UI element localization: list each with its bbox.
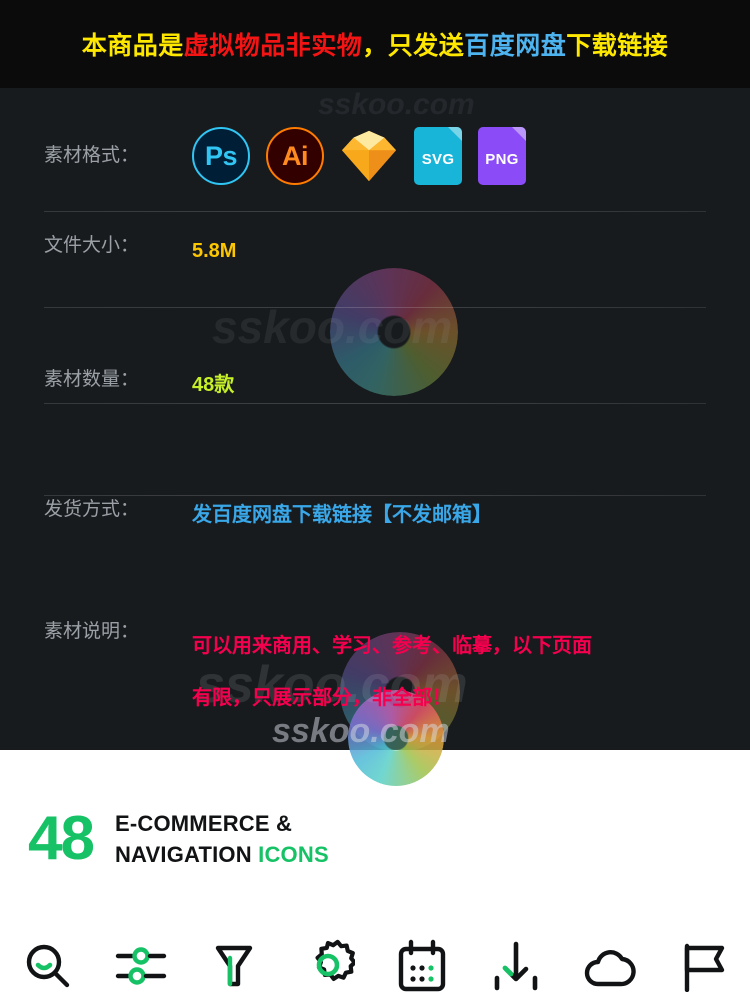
preview-title-accent: ICONS: [258, 842, 329, 867]
png-file-icon: PNG: [478, 127, 526, 185]
preview-title-block: 48 E-COMMERCE & NAVIGATION ICONS: [28, 808, 329, 870]
icon-cell-download[interactable]: [469, 930, 563, 992]
format-icon-list: Ps Ai SVG PNG: [192, 127, 526, 185]
preview-title-line-1: E-COMMERCE &: [114, 811, 293, 836]
photoshop-icon: Ps: [192, 127, 250, 185]
download-icon[interactable]: [489, 938, 543, 992]
row-label-material-count: 素材数量：: [44, 369, 140, 390]
row-label-format: 素材格式：: [44, 145, 140, 166]
file-size-value: 5.8M: [192, 240, 237, 262]
settings-gear-icon[interactable]: [301, 938, 356, 992]
preview-title-main: NAVIGATION: [114, 842, 252, 867]
description-line-2: 有限，只展示部分，非全部！: [192, 687, 452, 709]
icon-cell-search[interactable]: [0, 930, 94, 992]
row-divider: [44, 403, 706, 404]
icon-count-number: 48: [28, 804, 95, 873]
promo-banner: 本商品是虚拟物品非实物，只发送百度网盘下载链接: [0, 0, 750, 88]
banner-segment-4: 百度网盘: [464, 32, 567, 60]
icon-cell-funnel[interactable]: [188, 930, 282, 992]
description-line-1: 可以用来商用、学习、参考、临摹，以下页面: [192, 635, 592, 657]
flag-icon[interactable]: [676, 938, 730, 992]
row-material-format: 素材格式： Ps Ai SVG PNG: [0, 127, 750, 185]
png-file-label: PNG: [485, 150, 519, 168]
banner-segment-2: 虚拟物品非实物: [183, 32, 363, 60]
cloud-icon[interactable]: [582, 938, 637, 992]
funnel-icon[interactable]: [207, 938, 261, 992]
shipping-method-value: 发百度网盘下载链接【不发邮箱】: [192, 504, 492, 526]
row-label-shipping-method: 发货方式：: [44, 499, 140, 520]
illustrator-icon-label: Ai: [282, 140, 309, 171]
icon-cell-settings[interactable]: [281, 930, 375, 992]
material-description-value: 可以用来商用、学习、参考、临摹，以下页面 有限，只展示部分，非全部！: [192, 620, 592, 724]
file-fold-corner: [448, 127, 462, 141]
preview-title-line-2: NAVIGATION ICONS: [115, 839, 329, 870]
row-divider: [44, 211, 706, 212]
illustrator-icon: Ai: [266, 127, 324, 185]
promo-banner-text: 本商品是虚拟物品非实物，只发送百度网盘下载链接: [82, 26, 669, 62]
row-file-size: 文件大小： 5.8M: [0, 234, 750, 268]
icon-cell-calendar[interactable]: [375, 930, 469, 992]
icon-preview-strip: [0, 930, 750, 1000]
row-material-description: 素材说明： 可以用来商用、学习、参考、临摹，以下页面 有限，只展示部分，非全部！: [0, 620, 750, 724]
icon-cell-flag[interactable]: [656, 930, 750, 992]
icon-cell-cloud[interactable]: [563, 930, 657, 992]
svg-file-label: SVG: [421, 150, 455, 168]
row-material-count: 素材数量： 48款: [0, 368, 750, 402]
row-divider: [44, 307, 706, 308]
sketch-icon: [342, 130, 396, 182]
photoshop-icon-label: Ps: [204, 140, 238, 171]
file-fold-corner: [512, 127, 526, 141]
banner-segment-3: ，只发送: [362, 32, 465, 60]
sliders-icon[interactable]: [114, 938, 168, 992]
svg-file-icon: SVG: [414, 127, 462, 185]
material-count-value: 48款: [192, 374, 235, 396]
search-icon[interactable]: [20, 938, 74, 992]
icon-cell-sliders[interactable]: [94, 930, 188, 992]
row-label-file-size: 文件大小：: [44, 235, 140, 256]
banner-segment-1: 本商品是: [81, 32, 184, 60]
banner-segment-5: 下载链接: [566, 32, 669, 60]
row-label-material-description: 素材说明：: [44, 621, 140, 642]
row-divider: [44, 495, 706, 496]
info-rows: 素材格式： Ps Ai SVG PNG 文件大小： 5.8M 素材数量： 48款…: [0, 88, 750, 709]
calendar-icon[interactable]: [395, 938, 449, 992]
preview-title-lines: E-COMMERCE & NAVIGATION ICONS: [115, 808, 329, 870]
product-info-panel: sskoo.com sskoo.com sskoo.com 本商品是虚拟物品非实…: [0, 0, 750, 750]
row-shipping-method: 发货方式： 发百度网盘下载链接【不发邮箱】: [0, 498, 750, 532]
